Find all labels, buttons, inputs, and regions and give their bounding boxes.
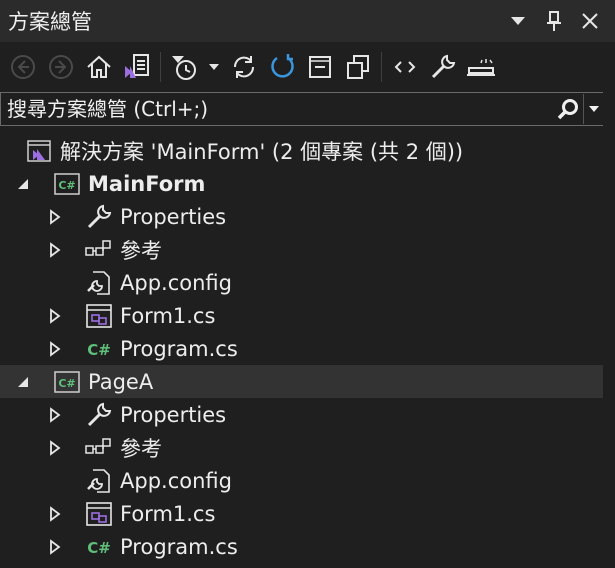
search-button[interactable]: [553, 94, 583, 124]
solution-icon: [24, 137, 54, 165]
forward-button[interactable]: [42, 48, 80, 86]
forward-icon: [49, 55, 73, 79]
tree-item-form1-cs[interactable]: Form1.cs: [0, 299, 603, 332]
vertical-scrollbar[interactable]: [603, 92, 615, 568]
switch-views-button[interactable]: [118, 48, 156, 86]
pending-changes-filter-button[interactable]: [165, 48, 203, 86]
svg-text:C#: C#: [58, 377, 75, 390]
collapse-all-icon: [309, 56, 331, 78]
toolbar-separator: [381, 52, 382, 82]
view-code-button[interactable]: [386, 48, 424, 86]
tree-item-label: MainForm: [88, 171, 206, 196]
panel-titlebar: 方案總管: [0, 0, 615, 42]
refresh-button[interactable]: [263, 48, 301, 86]
csharp-project-icon: C#: [52, 170, 82, 198]
tree-item-program-cs[interactable]: C# Program.cs: [0, 332, 603, 365]
close-icon[interactable]: [579, 10, 601, 32]
tree-item-label: 解決方案 'MainForm' (2 個專案 (共 2 個)): [60, 139, 464, 164]
pin-icon[interactable]: [543, 10, 565, 32]
home-icon: [87, 55, 111, 78]
preview-icon: [467, 59, 495, 76]
collapsed-arrow-icon[interactable]: [44, 404, 66, 426]
sync-with-active-document-button[interactable]: [225, 48, 263, 86]
code-brackets-icon: [394, 61, 416, 73]
titlebar-controls: [507, 10, 615, 32]
form-file-icon: [84, 500, 114, 528]
collapsed-arrow-icon[interactable]: [44, 437, 66, 459]
wrench-icon: [84, 401, 114, 429]
form-file-icon: [84, 302, 114, 330]
chevron-down-icon: [209, 64, 219, 70]
wrench-icon: [431, 54, 456, 79]
tree-item-app-config[interactable]: App.config: [0, 464, 603, 497]
collapsed-arrow-icon[interactable]: [44, 338, 66, 360]
tree-item-label: App.config: [120, 270, 232, 295]
toolbar-separator: [160, 52, 161, 82]
svg-text:C#: C#: [87, 539, 111, 557]
chevron-down-icon: [589, 106, 599, 112]
config-file-icon: [84, 467, 114, 495]
tree-item-references[interactable]: 參考: [0, 233, 603, 266]
tree-item-label: App.config: [120, 468, 232, 493]
solution-tree: 解決方案 'MainForm' (2 個專案 (共 2 個)) C# MainF…: [0, 134, 603, 563]
expanded-arrow-icon[interactable]: [12, 173, 34, 195]
properties-button[interactable]: [424, 48, 462, 86]
tree-item-form1-cs[interactable]: Form1.cs: [0, 497, 603, 530]
tree-item-label: 參考: [120, 436, 162, 461]
csharp-file-icon: C#: [84, 533, 114, 561]
tree-item-label: Program.cs: [120, 534, 238, 559]
tree-item-project-mainform[interactable]: C# MainForm: [0, 167, 603, 200]
svg-text:C#: C#: [87, 341, 111, 359]
back-icon: [11, 55, 35, 79]
window-position-dropdown-icon[interactable]: [507, 10, 529, 32]
tree-item-app-config[interactable]: App.config: [0, 266, 603, 299]
tree-item-label: Form1.cs: [120, 303, 216, 328]
wrench-icon: [84, 203, 114, 231]
tree-item-label: 參考: [120, 238, 162, 263]
tree-item-properties[interactable]: Properties: [0, 200, 603, 233]
search-options-dropdown[interactable]: [583, 94, 604, 124]
tree-item-label: PageA: [88, 369, 154, 394]
panel-title: 方案總管: [8, 10, 92, 34]
csharp-file-icon: C#: [84, 335, 114, 363]
collapsed-arrow-icon[interactable]: [44, 503, 66, 525]
pending-changes-clock-icon: [172, 56, 196, 80]
references-icon: [84, 236, 114, 264]
search-box: [0, 92, 605, 126]
tree-item-label: Program.cs: [120, 336, 238, 361]
collapsed-arrow-icon[interactable]: [44, 206, 66, 228]
collapsed-arrow-icon[interactable]: [44, 536, 66, 558]
tree-item-project-pagea[interactable]: C# PageA: [0, 365, 603, 398]
expanded-arrow-icon[interactable]: [12, 371, 34, 393]
tree-item-label: Properties: [120, 402, 227, 427]
tree-item-solution[interactable]: 解決方案 'MainForm' (2 個專案 (共 2 個)): [0, 134, 603, 167]
switch-views-icon: [125, 54, 149, 78]
collapsed-arrow-icon[interactable]: [44, 305, 66, 327]
home-button[interactable]: [80, 48, 118, 86]
collapse-all-button[interactable]: [301, 48, 339, 86]
search-input[interactable]: [1, 94, 553, 124]
show-all-files-icon: [347, 55, 369, 79]
refresh-icon: [271, 54, 294, 78]
svg-text:C#: C#: [58, 179, 75, 192]
tree-item-label: Properties: [120, 204, 227, 229]
show-all-files-button[interactable]: [339, 48, 377, 86]
config-file-icon: [84, 269, 114, 297]
back-button[interactable]: [4, 48, 42, 86]
collapsed-arrow-icon[interactable]: [44, 239, 66, 261]
preview-selected-items-button[interactable]: [462, 48, 500, 86]
tree-item-properties[interactable]: Properties: [0, 398, 603, 431]
search-icon: [557, 99, 578, 120]
tree-item-label: Form1.cs: [120, 501, 216, 526]
csharp-project-icon: C#: [52, 368, 82, 396]
toolbar: [0, 42, 615, 92]
sync-icon: [233, 56, 255, 78]
tree-item-references[interactable]: 參考: [0, 431, 603, 464]
tree-item-program-cs[interactable]: C# Program.cs: [0, 530, 603, 563]
references-icon: [84, 434, 114, 462]
filter-dropdown-button[interactable]: [203, 48, 225, 86]
